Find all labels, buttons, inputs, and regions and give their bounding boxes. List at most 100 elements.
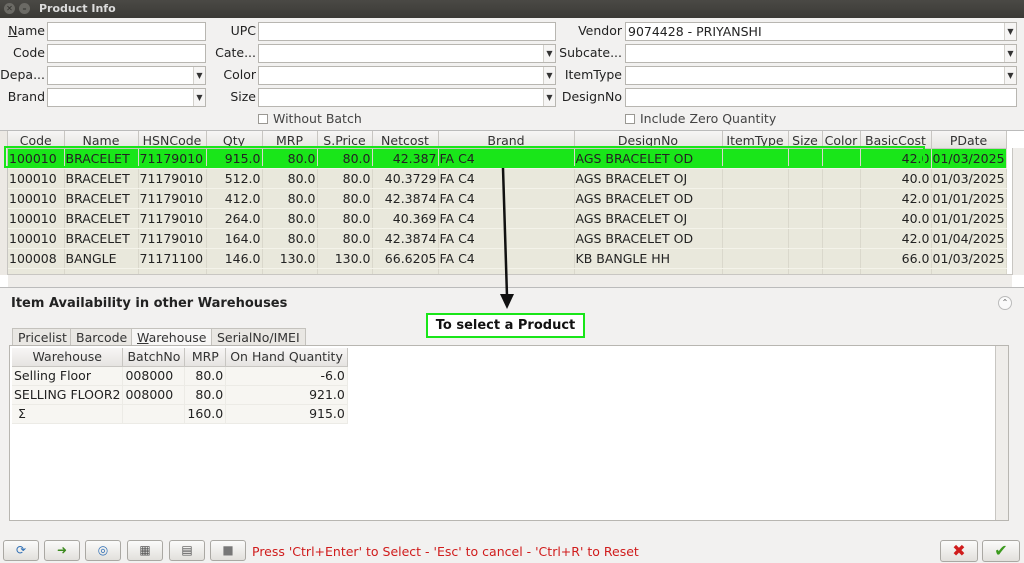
table-cell: 42.0 bbox=[860, 228, 932, 249]
blank-button[interactable]: ■ bbox=[210, 540, 246, 561]
table-cell: Σ bbox=[12, 404, 124, 424]
table-cell: 01/01/2025 bbox=[931, 188, 1007, 209]
include-zero-label: Include Zero Quantity bbox=[640, 111, 777, 126]
window-title: Product Info bbox=[39, 2, 116, 15]
grid-vertical-scrollbar[interactable] bbox=[1012, 148, 1024, 275]
tab-serialno[interactable]: SerialNo/IMEI bbox=[211, 328, 306, 346]
column-header[interactable]: MRP bbox=[184, 348, 227, 367]
color-select[interactable]: ▼ bbox=[258, 66, 556, 85]
column-header[interactable]: BatchNo bbox=[122, 348, 186, 367]
print-button[interactable]: ▤ bbox=[169, 540, 205, 561]
chevron-down-icon[interactable]: ▼ bbox=[543, 67, 555, 84]
table-cell: BRACELET bbox=[64, 228, 139, 249]
table-cell: BANGLE bbox=[64, 248, 139, 269]
checkbox-icon[interactable] bbox=[258, 114, 268, 124]
blank-icon: ■ bbox=[222, 543, 234, 557]
table-cell: 80.0 bbox=[262, 228, 318, 249]
chevron-down-icon[interactable]: ▼ bbox=[1004, 23, 1016, 40]
table-cell: SELLING FLOOR2 bbox=[12, 385, 124, 405]
brand-select[interactable]: ▼ bbox=[47, 88, 206, 107]
chevron-down-icon[interactable]: ▼ bbox=[1004, 45, 1016, 62]
table-cell: 71179010 bbox=[138, 208, 207, 229]
table-cell: 01/03/2025 bbox=[931, 148, 1007, 169]
check-icon: ✔ bbox=[994, 541, 1008, 560]
include-zero-checkbox[interactable]: Include Zero Quantity bbox=[625, 111, 776, 127]
table-row[interactable]: SELLING FLOOR2 008000 80.0 921.0 bbox=[12, 385, 348, 405]
table-row[interactable]: Σ 160.0 915.0 bbox=[12, 404, 348, 424]
chevron-down-icon[interactable]: ▼ bbox=[543, 89, 555, 106]
table-cell: 80.0 bbox=[184, 385, 227, 405]
without-batch-checkbox[interactable]: Without Batch bbox=[258, 111, 362, 127]
status-message: Press 'Ctrl+Enter' to Select - 'Esc' to … bbox=[252, 544, 639, 559]
next-icon: ➜ bbox=[56, 543, 68, 557]
chevron-down-icon[interactable]: ▼ bbox=[193, 89, 205, 106]
table-cell: 40.0 bbox=[860, 168, 932, 189]
close-icon[interactable]: ✕ bbox=[4, 3, 15, 14]
column-header[interactable]: PDate bbox=[931, 131, 1007, 149]
warehouse-panel: Warehouse BatchNo MRP On Hand Quantity Sell… bbox=[9, 345, 1009, 521]
tab-barcode[interactable]: Barcode bbox=[70, 328, 134, 346]
table-cell: 66.0 bbox=[860, 248, 932, 269]
table-cell: AGS BRACELET OJ bbox=[574, 208, 723, 229]
department-select[interactable]: ▼ bbox=[47, 66, 206, 85]
table-cell: 008000 bbox=[122, 366, 186, 386]
size-select[interactable]: ▼ bbox=[258, 88, 556, 107]
table-cell: 80.0 bbox=[317, 188, 373, 209]
code-field[interactable] bbox=[47, 44, 206, 63]
designno-label: DesignNo bbox=[561, 89, 622, 104]
tab-warehouse[interactable]: Warehouse bbox=[131, 328, 213, 346]
chevron-down-icon[interactable]: ▼ bbox=[193, 67, 205, 84]
table-cell: KB BANGLE HH bbox=[574, 248, 723, 269]
column-header[interactable]: On Hand Quantity bbox=[225, 348, 348, 367]
table-cell: 921.0 bbox=[225, 385, 348, 405]
ok-button[interactable]: ✔ bbox=[982, 540, 1020, 562]
bottom-toolbar: ⟳ ➜ ◎ ▦ ▤ ■ Press 'Ctrl+Enter' to Select… bbox=[0, 538, 1024, 563]
warehouse-vertical-scrollbar[interactable] bbox=[995, 346, 1008, 520]
title-bar: ✕ – Product Info bbox=[0, 0, 1024, 18]
table-cell bbox=[788, 188, 823, 209]
table-cell: BRACELET bbox=[64, 208, 139, 229]
column-header[interactable]: Warehouse bbox=[12, 348, 124, 367]
table-cell: 80.0 bbox=[317, 228, 373, 249]
name-field[interactable] bbox=[47, 22, 206, 41]
cancel-button[interactable]: ✖ bbox=[940, 540, 978, 562]
table-cell bbox=[788, 168, 823, 189]
itemtype-select[interactable]: ▼ bbox=[625, 66, 1017, 85]
table-cell: 01/01/2025 bbox=[931, 208, 1007, 229]
table-row[interactable]: Selling Floor 008000 80.0 -6.0 bbox=[12, 366, 348, 386]
subcategory-select[interactable]: ▼ bbox=[625, 44, 1017, 63]
chevron-down-icon[interactable]: ▼ bbox=[1004, 67, 1016, 84]
vendor-label: Vendor bbox=[578, 23, 622, 38]
table-cell: 40.3729 bbox=[372, 168, 439, 189]
refresh-button[interactable]: ⟳ bbox=[3, 540, 39, 561]
table-cell bbox=[788, 228, 823, 249]
table-cell: 80.0 bbox=[317, 208, 373, 229]
checkbox-icon[interactable] bbox=[625, 114, 635, 124]
table-cell bbox=[722, 208, 789, 229]
upc-field[interactable] bbox=[258, 22, 556, 41]
vendor-select[interactable]: 9074428 - PRIYANSHI ▼ bbox=[625, 22, 1017, 41]
table-cell bbox=[722, 168, 789, 189]
chevron-down-icon[interactable]: ▼ bbox=[543, 45, 555, 62]
table-cell: 42.3874 bbox=[372, 188, 439, 209]
upc-label: UPC bbox=[230, 23, 256, 38]
warehouse-table: Warehouse BatchNo MRP On Hand Quantity Sell… bbox=[12, 348, 348, 424]
tab-pricelist[interactable]: Pricelist bbox=[12, 328, 73, 346]
minimize-icon[interactable]: – bbox=[19, 3, 30, 14]
category-label: Cate... bbox=[215, 45, 256, 60]
category-select[interactable]: ▼ bbox=[258, 44, 556, 63]
table-cell: 40.369 bbox=[372, 208, 439, 229]
designno-field[interactable] bbox=[625, 88, 1017, 107]
find-icon: ▦ bbox=[139, 543, 151, 557]
table-cell: -6.0 bbox=[225, 366, 348, 386]
find-button[interactable]: ▦ bbox=[127, 540, 163, 561]
vendor-value: 9074428 - PRIYANSHI bbox=[628, 24, 762, 39]
collapse-icon[interactable]: ⌃ bbox=[998, 296, 1012, 310]
zoom-button[interactable]: ◎ bbox=[85, 540, 121, 561]
next-button[interactable]: ➜ bbox=[44, 540, 80, 561]
table-cell bbox=[822, 228, 861, 249]
table-cell: 412.0 bbox=[206, 188, 263, 209]
arrow-shaft bbox=[501, 167, 509, 297]
table-cell: AGS BRACELET OD bbox=[574, 228, 723, 249]
table-cell: 71179010 bbox=[138, 168, 207, 189]
